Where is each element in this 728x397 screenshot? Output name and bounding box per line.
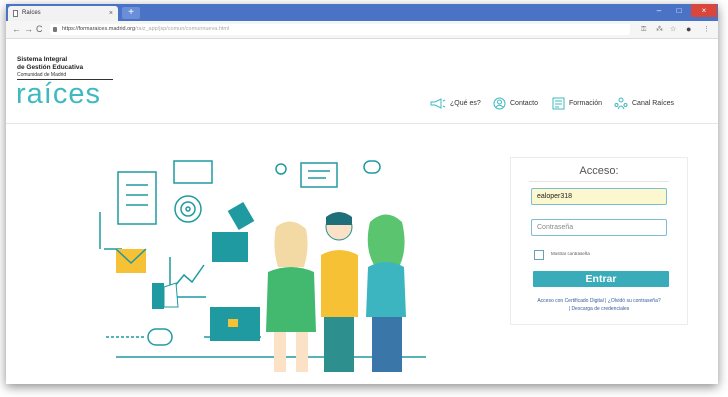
url-host: https://formaraices.madrid.org bbox=[62, 26, 136, 32]
minimize-button[interactable]: – bbox=[649, 4, 669, 17]
contact-icon bbox=[493, 97, 506, 110]
tab-close-icon[interactable]: × bbox=[109, 6, 113, 21]
close-window-button[interactable]: × bbox=[691, 4, 717, 17]
title-bar: Raíces × + – □ × bbox=[6, 4, 718, 21]
brand-line-2: de Gestión Educativa bbox=[17, 64, 84, 71]
channel-icon bbox=[614, 97, 628, 109]
nav-contacto[interactable]: Contacto bbox=[493, 96, 538, 112]
key-icon[interactable]: ⚿ bbox=[641, 24, 646, 35]
certificate-link[interactable]: Acceso con Certificado Digital bbox=[537, 298, 603, 304]
education-illustration bbox=[99, 160, 426, 372]
browser-tab[interactable]: Raíces × bbox=[8, 6, 118, 21]
browser-window: Raíces × + – □ × ← → C https://formaraic… bbox=[6, 4, 718, 384]
reload-button[interactable]: C bbox=[36, 23, 43, 36]
login-panel: Acceso: ealoper318 Contraseña Mostrar co… bbox=[510, 157, 688, 325]
address-bar: ← → C https://formaraices.madrid.org/rai… bbox=[6, 21, 718, 39]
login-links: Acceso con Certificado Digital | ¿Olvidó… bbox=[511, 297, 687, 313]
lock-icon bbox=[53, 27, 57, 32]
megaphone-icon bbox=[430, 97, 446, 109]
show-password-checkbox[interactable] bbox=[534, 250, 544, 260]
page-icon bbox=[13, 10, 18, 17]
url-path: /raiz_app/jsp/comun/comunnueva.html bbox=[135, 26, 230, 32]
nav-canal-raices[interactable]: Canal Raíces bbox=[614, 96, 674, 112]
star-icon[interactable]: ☆ bbox=[670, 24, 676, 35]
download-credentials-link[interactable]: Descarga de credenciales bbox=[571, 306, 629, 312]
nav-formacion-label: Formación bbox=[569, 100, 603, 107]
link-separator-2: | bbox=[568, 306, 571, 312]
url-field[interactable]: https://formaraices.madrid.org/raiz_app/… bbox=[50, 24, 630, 35]
forward-button[interactable]: → bbox=[24, 23, 33, 36]
nav-contacto-label: Contacto bbox=[510, 100, 539, 107]
entrar-button[interactable]: Entrar bbox=[533, 271, 669, 287]
forgot-password-link[interactable]: ¿Olvidó su contraseña? bbox=[608, 298, 661, 304]
clipboard-icon bbox=[117, 171, 157, 225]
nav-que-es[interactable]: ¿Qué es? bbox=[430, 96, 481, 112]
tab-title: Raíces bbox=[22, 10, 41, 16]
login-title: Acceso: bbox=[579, 165, 619, 177]
page-content: Sistema Integral de Gestión Educativa Co… bbox=[6, 39, 718, 384]
translate-icon[interactable]: ⁂ bbox=[656, 24, 663, 35]
link-separator: | bbox=[605, 298, 607, 304]
nav-formacion[interactable]: Formación bbox=[552, 96, 602, 112]
login-divider bbox=[529, 181, 669, 182]
training-icon bbox=[552, 97, 565, 110]
nav-que-es-label: ¿Qué es? bbox=[450, 100, 481, 107]
menu-icon[interactable]: ⋮ bbox=[703, 24, 710, 35]
password-field[interactable]: Contraseña bbox=[531, 219, 667, 236]
maximize-button[interactable]: □ bbox=[669, 4, 689, 17]
chat-bubble-icon bbox=[173, 160, 213, 184]
students-group bbox=[266, 212, 406, 372]
nav-canal-raices-label: Canal Raíces bbox=[632, 100, 675, 107]
raices-logo[interactable]: raíces bbox=[16, 79, 101, 109]
header-divider bbox=[6, 123, 718, 124]
username-field[interactable]: ealoper318 bbox=[531, 188, 667, 205]
brand-line-1: Sistema Integral bbox=[17, 56, 68, 63]
back-button[interactable]: ← bbox=[12, 23, 21, 36]
show-password-label: Mostrar contraseña bbox=[551, 251, 590, 256]
account-icon[interactable]: ● bbox=[686, 24, 691, 35]
new-tab-button[interactable]: + bbox=[122, 7, 140, 19]
